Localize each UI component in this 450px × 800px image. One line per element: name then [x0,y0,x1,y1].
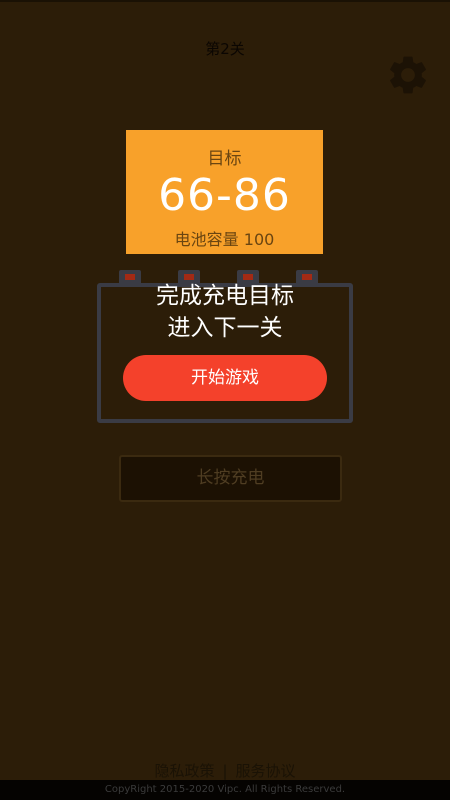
goal-message-line2: 进入下一关 [167,315,283,341]
service-agreement-link[interactable]: 服务协议 [236,760,296,781]
status-bar-strip [0,0,450,2]
gear-icon [390,56,426,94]
privacy-policy-link[interactable]: 隐私政策 [154,760,214,781]
footer-links: 隐私政策 | 服务协议 [0,760,450,780]
goal-message-line1: 完成充电目标 [156,283,294,309]
footer-separator: | [222,762,228,780]
settings-button[interactable] [385,52,431,98]
hold-to-charge-button[interactable]: 长按充电 [119,455,342,502]
game-screen: 第2关 目标 66-86 电池容量 100 完成充电目标 进入下一关 开始游戏 … [0,0,450,800]
target-range: 66-86 [158,170,291,221]
copyright-text: CopyRight 2015-2020 Vipc. All Rights Res… [0,780,450,800]
target-card: 目标 66-86 电池容量 100 [126,130,323,254]
start-game-button[interactable]: 开始游戏 [123,355,327,401]
level-title: 第2关 [205,40,245,58]
target-label: 目标 [207,149,242,169]
battery-capacity: 电池容量 100 [174,230,275,249]
